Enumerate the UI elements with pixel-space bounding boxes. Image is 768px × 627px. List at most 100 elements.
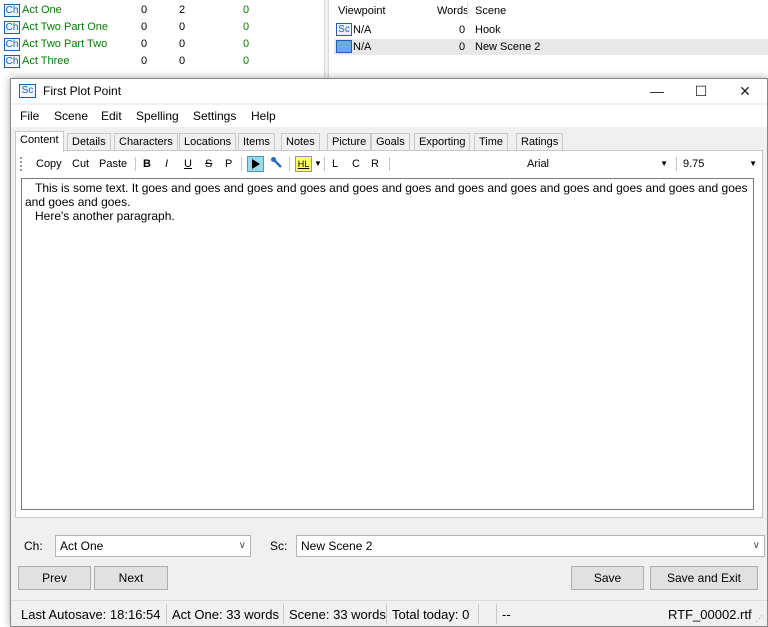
toolbar-separator: [289, 157, 290, 171]
scene-editor-window: Sc First Plot Point — ☐ ✕ File Scene Edi…: [10, 78, 768, 627]
tab-characters[interactable]: Characters: [114, 133, 178, 151]
scene-name: New Scene 2: [475, 41, 541, 53]
chapter-icon: Ch: [4, 37, 20, 51]
cut-button[interactable]: Cut: [72, 156, 89, 172]
chapter-row[interactable]: Ch Act Two Part Two 0 0 0: [4, 37, 249, 51]
chapter-count: 0: [179, 38, 186, 50]
menu-bar: File Scene Edit Spelling Settings Help: [11, 105, 767, 127]
toolbar-separator: [676, 157, 677, 171]
scene-name: Hook: [475, 24, 501, 36]
chapter-name: Act Two Part Two: [22, 38, 108, 50]
scene-icon: Sc: [19, 84, 36, 98]
chapter-name: Act Three: [22, 55, 70, 67]
menu-edit[interactable]: Edit: [101, 109, 122, 123]
menu-help[interactable]: Help: [251, 109, 276, 123]
column-header-scene[interactable]: Scene: [475, 5, 506, 17]
toolbar-grip[interactable]: [20, 157, 22, 171]
minimize-button[interactable]: —: [635, 79, 679, 103]
strikethrough-button[interactable]: S: [205, 156, 212, 172]
scene-text-editor[interactable]: This is some text. It goes and goes and …: [21, 178, 754, 510]
tab-items[interactable]: Items: [238, 133, 275, 151]
chapter-combo-value: Act One: [60, 539, 104, 553]
toolbar-separator: [389, 157, 390, 171]
chapter-row[interactable]: Ch Act Three 0 0 0: [4, 54, 249, 68]
chapter-row[interactable]: Ch Act Two Part One 0 0 0: [4, 20, 249, 34]
copy-button[interactable]: Copy: [36, 156, 62, 172]
highlight-icon[interactable]: HL: [295, 156, 312, 172]
wrench-icon[interactable]: [268, 156, 285, 172]
tab-details[interactable]: Details: [67, 133, 111, 151]
chapter-count: 0: [243, 21, 250, 33]
chapter-count: 0: [243, 38, 250, 50]
chapter-count: 2: [179, 4, 186, 16]
chevron-down-icon: ∨: [752, 540, 760, 551]
scene-icon: Sc: [336, 23, 352, 36]
tab-ratings[interactable]: Ratings: [516, 133, 564, 151]
highlight-dropdown-icon[interactable]: ▼: [314, 156, 322, 172]
scene-word-count: Scene: 33 words: [289, 607, 386, 622]
tab-locations[interactable]: Locations: [179, 133, 237, 151]
toolbar-separator: [324, 157, 325, 171]
font-select[interactable]: Arial ▼: [527, 155, 672, 173]
maximize-button[interactable]: ☐: [679, 79, 723, 103]
save-button[interactable]: Save: [571, 566, 644, 590]
align-right-button[interactable]: R: [371, 156, 379, 172]
align-left-button[interactable]: L: [332, 156, 338, 172]
format-toolbar: Copy Cut Paste B I U S P HL ▼ L C R Aria…: [17, 154, 761, 174]
toolbar-separator: [241, 157, 242, 171]
bold-button[interactable]: B: [143, 156, 151, 172]
scene-words: 0: [459, 24, 466, 36]
align-center-button[interactable]: C: [352, 156, 360, 172]
tab-goals[interactable]: Goals: [371, 133, 410, 151]
chapter-icon: Ch: [4, 54, 20, 68]
tab-strip: Content Details Characters Locations Ite…: [11, 131, 767, 152]
prev-button[interactable]: Prev: [18, 566, 91, 590]
column-divider: [467, 2, 468, 18]
chapter-name: Act One: [22, 4, 62, 16]
chapter-count: 0: [141, 21, 148, 33]
scene-row[interactable]: Sc N/A 0 Hook: [334, 22, 768, 38]
column-header-words[interactable]: Words: [437, 5, 469, 17]
next-button[interactable]: Next: [94, 566, 168, 590]
menu-scene[interactable]: Scene: [54, 109, 88, 123]
paragraph-button[interactable]: P: [225, 156, 232, 172]
scene-row-selected[interactable]: N/A 0 New Scene 2: [334, 39, 768, 55]
close-button[interactable]: ✕: [723, 79, 767, 103]
status-bar: Last Autosave: 18:16:54 Act One: 33 word…: [11, 600, 767, 626]
italic-button[interactable]: I: [165, 156, 168, 172]
chapter-count: 0: [179, 21, 186, 33]
file-name: RTF_00002.rtf: [668, 607, 752, 622]
tab-content[interactable]: Content: [15, 131, 64, 152]
tab-picture[interactable]: Picture: [327, 133, 372, 151]
underline-button[interactable]: U: [184, 156, 192, 172]
menu-file[interactable]: File: [20, 109, 39, 123]
menu-settings[interactable]: Settings: [193, 109, 236, 123]
paste-button[interactable]: Paste: [99, 156, 127, 172]
column-header-viewpoint[interactable]: Viewpoint: [338, 5, 386, 17]
chapter-row[interactable]: Ch Act One 0 2 0: [4, 3, 249, 17]
menu-spelling[interactable]: Spelling: [136, 109, 179, 123]
text-paragraph: This is some text. It goes and goes and …: [25, 181, 748, 209]
chapter-scene-selector: Ch: Act One ∨ Sc: New Scene 2 ∨: [11, 535, 767, 557]
play-icon[interactable]: [247, 156, 264, 172]
title-bar[interactable]: Sc First Plot Point — ☐ ✕: [11, 79, 767, 103]
status-separator: [478, 604, 479, 624]
content-panel: Copy Cut Paste B I U S P HL ▼ L C R Aria…: [15, 150, 763, 518]
scene-image-icon: [336, 40, 352, 53]
tab-time[interactable]: Time: [474, 133, 509, 151]
act-word-count: Act One: 33 words: [172, 607, 279, 622]
scene-list: Viewpoint Words Scene Sc N/A 0 Hook N/A …: [329, 0, 768, 78]
scene-combo[interactable]: New Scene 2 ∨: [296, 535, 765, 557]
tab-notes[interactable]: Notes: [281, 133, 320, 151]
chapter-combo[interactable]: Act One ∨: [55, 535, 251, 557]
chevron-down-icon: ▼: [660, 159, 668, 168]
resize-grip-icon[interactable]: ⋰: [755, 614, 765, 624]
chapter-count: 0: [179, 55, 186, 67]
chevron-down-icon: ∨: [238, 540, 246, 551]
scene-combo-value: New Scene 2: [301, 539, 373, 553]
tab-exporting[interactable]: Exporting: [414, 133, 471, 151]
chapter-icon: Ch: [4, 20, 20, 34]
save-and-exit-button[interactable]: Save and Exit: [650, 566, 758, 590]
chapter-label: Ch:: [24, 539, 43, 553]
font-size-select[interactable]: 9.75 ▼: [683, 155, 759, 173]
